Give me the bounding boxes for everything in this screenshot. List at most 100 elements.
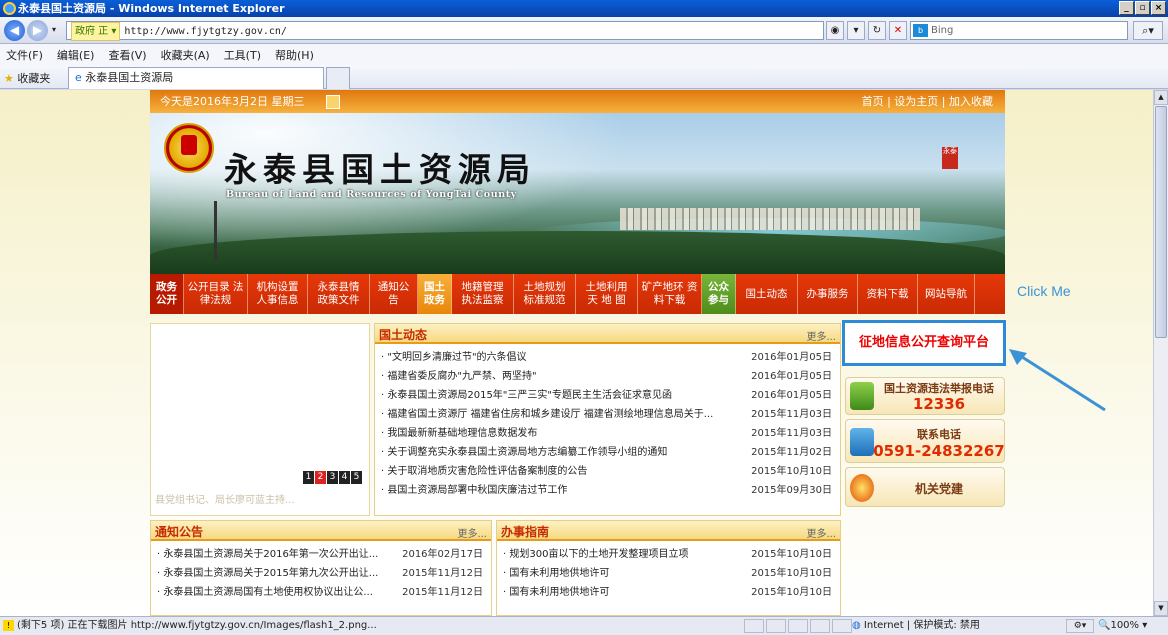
nav-item[interactable]: 机构设置 人事信息 bbox=[248, 274, 308, 314]
nav-item[interactable]: 资料下载 bbox=[858, 274, 918, 314]
party-label: 机关党建 bbox=[914, 482, 963, 496]
security-zone[interactable]: ◍ Internet | 保护模式: 禁用 bbox=[852, 617, 980, 635]
news-item-text[interactable]: · 永泰县国土资源局2015年"三严三实"专题民主生活会征求意见函 bbox=[381, 386, 672, 405]
news-row[interactable]: · 我国最新新基础地理信息数据发布 2015年11月03日 bbox=[375, 424, 840, 443]
guide-row[interactable]: · 规划300亩以下的土地开发整理项目立项 2015年10月10日 bbox=[497, 545, 840, 564]
news-more-link[interactable]: 更多... bbox=[806, 328, 836, 343]
photo-slideshow[interactable]: 1 2 3 4 5 县党组书记、局长廖可蓝主持... bbox=[150, 323, 370, 516]
news-item-text[interactable]: · 县国土资源局部署中秋国庆廉洁过节工作 bbox=[381, 481, 567, 500]
nav-item[interactable]: 办事服务 bbox=[798, 274, 858, 314]
browser-tab[interactable]: e 永泰县国土资源局 bbox=[68, 67, 324, 89]
guide-item-text[interactable]: · 国有未利用地供地许可 bbox=[503, 564, 609, 583]
news-panel: 国土动态 更多... · "文明回乡清廉过节"的六条倡议 2016年01月05日 ·… bbox=[374, 323, 841, 516]
favorites-button[interactable]: ★ 收藏夹 bbox=[4, 70, 50, 86]
vertical-scrollbar[interactable]: ▲ ▼ bbox=[1153, 90, 1168, 616]
menu-edit[interactable]: 编辑(E) bbox=[57, 47, 95, 63]
close-button[interactable]: × bbox=[1151, 1, 1166, 15]
news-item-text[interactable]: · 福建省委反腐办"九严禁、两坚持" bbox=[381, 367, 537, 386]
news-item-date: 2016年01月05日 bbox=[751, 390, 832, 401]
guide-row[interactable]: · 国有未利用地供地许可 2015年10月10日 bbox=[497, 564, 840, 583]
scroll-thumb[interactable] bbox=[1155, 106, 1167, 338]
search-placeholder: Bing bbox=[931, 25, 954, 36]
report-hotline-box[interactable]: 国土资源违法举报电话 12336 bbox=[845, 377, 1005, 415]
restore-button[interactable]: ▫ bbox=[1135, 1, 1150, 15]
weather-icon bbox=[326, 95, 340, 109]
scroll-up-icon[interactable]: ▲ bbox=[1154, 90, 1168, 105]
nav-item[interactable]: 政务 公开 bbox=[150, 274, 184, 314]
notice-row[interactable]: · 永泰县国土资源局国有土地使用权协议出让公... 2015年11月12日 bbox=[151, 583, 491, 602]
notice-item-text[interactable]: · 永泰县国土资源局关于2015年第九次公开出让... bbox=[157, 564, 378, 583]
news-item-text[interactable]: · 福建省国土资源厅 福建省住房和城乡建设厅 福建省测绘地理信息局关于... bbox=[381, 405, 713, 424]
news-row[interactable]: · 关于取消地质灾害危险性评估备案制度的公告 2015年10月10日 bbox=[375, 462, 840, 481]
history-dropdown-icon[interactable]: ▾ bbox=[52, 25, 56, 34]
news-item-text[interactable]: · 我国最新新基础地理信息数据发布 bbox=[381, 424, 537, 443]
privacy-icon[interactable]: ⚙▾ bbox=[1066, 619, 1094, 633]
scroll-down-icon[interactable]: ▼ bbox=[1154, 601, 1168, 616]
news-row[interactable]: · 福建省国土资源厅 福建省住房和城乡建设厅 福建省测绘地理信息局关于... 20… bbox=[375, 405, 840, 424]
party-building-box[interactable]: 机关党建 bbox=[845, 467, 1005, 507]
nav-item[interactable]: 通知公告 bbox=[370, 274, 418, 314]
slide-page-4[interactable]: 4 bbox=[339, 471, 350, 484]
contact-box[interactable]: 联系电话 0591-24832267 bbox=[845, 419, 1005, 463]
news-row[interactable]: · 永泰县国土资源局2015年"三严三实"专题民主生活会征求意见函 2016年01… bbox=[375, 386, 840, 405]
nav-item[interactable]: 矿产地环 资料下载 bbox=[638, 274, 702, 314]
nav-item[interactable]: 永泰县情 政策文件 bbox=[308, 274, 370, 314]
news-row[interactable]: · 关于调整充实永泰县国土资源局地方志编纂工作领导小组的通知 2015年11月02… bbox=[375, 443, 840, 462]
notice-row[interactable]: · 永泰县国土资源局关于2015年第九次公开出让... 2015年11月12日 bbox=[151, 564, 491, 583]
slide-page-1[interactable]: 1 bbox=[303, 471, 314, 484]
new-tab-button[interactable] bbox=[326, 67, 350, 89]
notice-item-text[interactable]: · 永泰县国土资源局国有土地使用权协议出让公... bbox=[157, 583, 373, 602]
top-links[interactable]: 首页 | 设为主页 | 加入收藏 bbox=[862, 90, 993, 113]
news-item-date: 2015年09月30日 bbox=[751, 485, 832, 496]
forward-button[interactable]: ▶ bbox=[27, 20, 48, 41]
menu-view[interactable]: 查看(V) bbox=[108, 47, 146, 63]
address-tools: ◉ ▾ ↻ ✕ bbox=[826, 21, 907, 40]
back-button[interactable]: ◀ bbox=[4, 20, 25, 41]
refresh-icon[interactable]: ↻ bbox=[868, 21, 886, 40]
guide-more-link[interactable]: 更多... bbox=[806, 525, 836, 540]
guide-item-text[interactable]: · 规划300亩以下的土地开发整理项目立项 bbox=[503, 545, 688, 564]
ie-page-icon: e bbox=[75, 71, 82, 84]
menu-favorites[interactable]: 收藏夹(A) bbox=[161, 47, 210, 63]
nav-item[interactable]: 地籍管理 执法监察 bbox=[452, 274, 514, 314]
guide-row[interactable]: · 国有未利用地供地许可 2015年10月10日 bbox=[497, 583, 840, 602]
address-toolbar: ◀ ▶ ▾ 政府 正 ▾ http://www.fjytgtzy.gov.cn/ … bbox=[0, 17, 1168, 44]
search-input[interactable]: b Bing bbox=[910, 21, 1128, 40]
land-info-platform-link[interactable]: 征地信息公开查询平台 bbox=[842, 320, 1006, 366]
news-item-text[interactable]: · "文明回乡清廉过节"的六条倡议 bbox=[381, 348, 527, 367]
menu-tools[interactable]: 工具(T) bbox=[224, 47, 261, 63]
bing-icon: b bbox=[913, 24, 928, 37]
nav-item[interactable]: 公开目录 法律法规 bbox=[184, 274, 248, 314]
notice-item-text[interactable]: · 永泰县国土资源局关于2016年第一次公开出让... bbox=[157, 545, 378, 564]
nav-item[interactable]: 公众 参与 bbox=[702, 274, 736, 314]
notice-more-link[interactable]: 更多... bbox=[457, 525, 487, 540]
minimize-button[interactable]: _ bbox=[1119, 1, 1134, 15]
slide-page-2[interactable]: 2 bbox=[315, 471, 326, 484]
nav-item[interactable]: 网站导航 bbox=[918, 274, 975, 314]
address-dropdown-icon[interactable]: ▾ bbox=[847, 21, 865, 40]
news-row[interactable]: · 县国土资源局部署中秋国庆廉洁过节工作 2015年09月30日 bbox=[375, 481, 840, 500]
notice-row[interactable]: · 永泰县国土资源局关于2016年第一次公开出让... 2016年02月17日 bbox=[151, 545, 491, 564]
nav-item[interactable]: 土地规划 标准规范 bbox=[514, 274, 576, 314]
report-label: 国土资源违法举报电话 bbox=[884, 382, 994, 395]
slide-page-3[interactable]: 3 bbox=[327, 471, 338, 484]
news-item-text[interactable]: · 关于取消地质灾害危险性评估备案制度的公告 bbox=[381, 462, 587, 481]
compat-view-icon[interactable]: ◉ bbox=[826, 21, 844, 40]
guide-item-text[interactable]: · 国有未利用地供地许可 bbox=[503, 583, 609, 602]
url-input[interactable]: 政府 正 ▾ http://www.fjytgtzy.gov.cn/ bbox=[66, 21, 824, 41]
menu-help[interactable]: 帮助(H) bbox=[275, 47, 314, 63]
slide-caption[interactable]: 县党组书记、局长廖可蓝主持... bbox=[155, 491, 295, 506]
stop-icon[interactable]: ✕ bbox=[889, 21, 907, 40]
news-row[interactable]: · "文明回乡清廉过节"的六条倡议 2016年01月05日 bbox=[375, 348, 840, 367]
site-subtitle: Bureau of Land and Resources of YongTai … bbox=[226, 189, 517, 200]
news-item-text[interactable]: · 关于调整充实永泰县国土资源局地方志编纂工作领导小组的通知 bbox=[381, 443, 667, 462]
search-button[interactable]: ⌕▾ bbox=[1133, 21, 1163, 40]
nav-item[interactable]: 国土动态 bbox=[736, 274, 798, 314]
news-row[interactable]: · 福建省委反腐办"九严禁、两坚持" 2016年01月05日 bbox=[375, 367, 840, 386]
slide-page-5[interactable]: 5 bbox=[351, 471, 362, 484]
nav-item[interactable]: 国土 政务 bbox=[418, 274, 452, 314]
national-emblem-icon bbox=[164, 123, 214, 173]
nav-item[interactable]: 土地利用 天 地 图 bbox=[576, 274, 638, 314]
zoom-control[interactable]: 🔍100% ▾ bbox=[1098, 617, 1147, 635]
menu-file[interactable]: 文件(F) bbox=[6, 47, 43, 63]
